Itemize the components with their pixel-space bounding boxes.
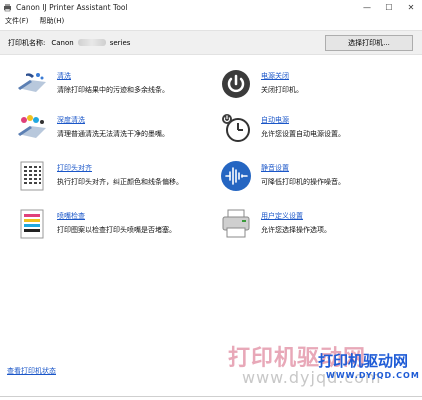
view-printer-status-link[interactable]: 查看打印机状态 — [7, 366, 56, 376]
tool-power-off[interactable]: 电源关闭 关闭打印机。 — [220, 68, 303, 100]
custom-settings-icon — [222, 209, 250, 238]
select-printer-button[interactable]: 选择打印机... — [325, 35, 413, 51]
print-head-alignment-icon — [20, 161, 44, 191]
tool-quiet-settings-name[interactable]: 静音设置 — [261, 163, 345, 173]
tool-deep-cleaning-desc: 清理普通清洗无法清洗干净的墨嘴。 — [57, 130, 169, 138]
power-off-icon — [222, 70, 250, 98]
tool-custom-settings-name[interactable]: 用户定义设置 — [261, 211, 331, 221]
window-controls: — ☐ ✕ — [356, 0, 422, 14]
tool-cleaning[interactable]: 清洗 清除打印结果中的污迹和多余线条。 — [16, 68, 169, 100]
tool-cleaning-name[interactable]: 清洗 — [57, 71, 169, 81]
printer-name-suffix: series — [109, 38, 131, 47]
site-logo-url: WWW.DYJQD.COM — [326, 371, 420, 380]
window-title: Canon IJ Printer Assistant Tool — [16, 2, 128, 12]
nozzle-check-icon — [20, 209, 44, 239]
tool-custom-settings[interactable]: 用户定义设置 允许您选择操作选项。 — [220, 208, 331, 240]
tool-print-head-alignment-desc: 执行打印头对齐，纠正颜色和线条偏移。 — [57, 178, 183, 186]
tool-nozzle-check[interactable]: 喷嘴检查 打印图案以检查打印头喷嘴是否堵塞。 — [16, 208, 176, 240]
minimize-button[interactable]: — — [356, 0, 378, 14]
printer-name-bar: 打印机名称: Canon series 选择打印机... — [0, 30, 422, 55]
tool-quiet-settings-desc: 可降低打印机的操作噪音。 — [261, 178, 345, 186]
tool-power-off-desc: 关闭打印机。 — [261, 86, 303, 94]
menu-help[interactable]: 帮助(H) — [40, 16, 65, 26]
quiet-settings-icon — [221, 161, 251, 191]
tool-auto-power[interactable]: 自动电源 允许您设置自动电源设置。 — [220, 112, 345, 144]
tool-deep-cleaning[interactable]: 深度清洗 清理普通清洗无法清洗干净的墨嘴。 — [16, 112, 169, 144]
cleaning-icon — [18, 73, 46, 92]
printer-app-icon — [4, 3, 11, 11]
tool-nozzle-check-name[interactable]: 喷嘴检查 — [57, 211, 176, 221]
tool-quiet-settings[interactable]: 静音设置 可降低打印机的操作噪音。 — [220, 160, 345, 192]
printer-model-redacted — [77, 39, 106, 46]
close-button[interactable]: ✕ — [400, 0, 422, 14]
site-logo-title: 打印机驱动网 — [318, 352, 409, 370]
printer-name-prefix: Canon — [51, 38, 74, 47]
window-bottom-border — [0, 396, 422, 397]
tool-print-head-alignment-name[interactable]: 打印头对齐 — [57, 163, 183, 173]
maximize-button[interactable]: ☐ — [378, 0, 400, 14]
tool-custom-settings-desc: 允许您选择操作选项。 — [261, 226, 331, 234]
printer-name-label: 打印机名称: — [8, 38, 46, 47]
tool-cleaning-desc: 清除打印结果中的污迹和多余线条。 — [57, 86, 169, 94]
menu-bar: 文件(F) 帮助(H) — [0, 14, 422, 27]
tool-deep-cleaning-name[interactable]: 深度清洗 — [57, 115, 169, 125]
site-logo: 打印机驱动网 WWW.DYJQD.COM — [318, 350, 420, 386]
menu-file[interactable]: 文件(F) — [5, 16, 29, 26]
tool-auto-power-name[interactable]: 自动电源 — [261, 115, 345, 125]
auto-power-icon — [222, 114, 250, 142]
tool-power-off-name[interactable]: 电源关闭 — [261, 71, 303, 81]
tool-nozzle-check-desc: 打印图案以检查打印头喷嘴是否堵塞。 — [57, 226, 176, 234]
title-bar: Canon IJ Printer Assistant Tool — ☐ ✕ — [0, 0, 422, 14]
deep-cleaning-icon — [18, 115, 46, 138]
tool-print-head-alignment[interactable]: 打印头对齐 执行打印头对齐，纠正颜色和线条偏移。 — [16, 160, 183, 192]
tool-auto-power-desc: 允许您设置自动电源设置。 — [261, 130, 345, 138]
